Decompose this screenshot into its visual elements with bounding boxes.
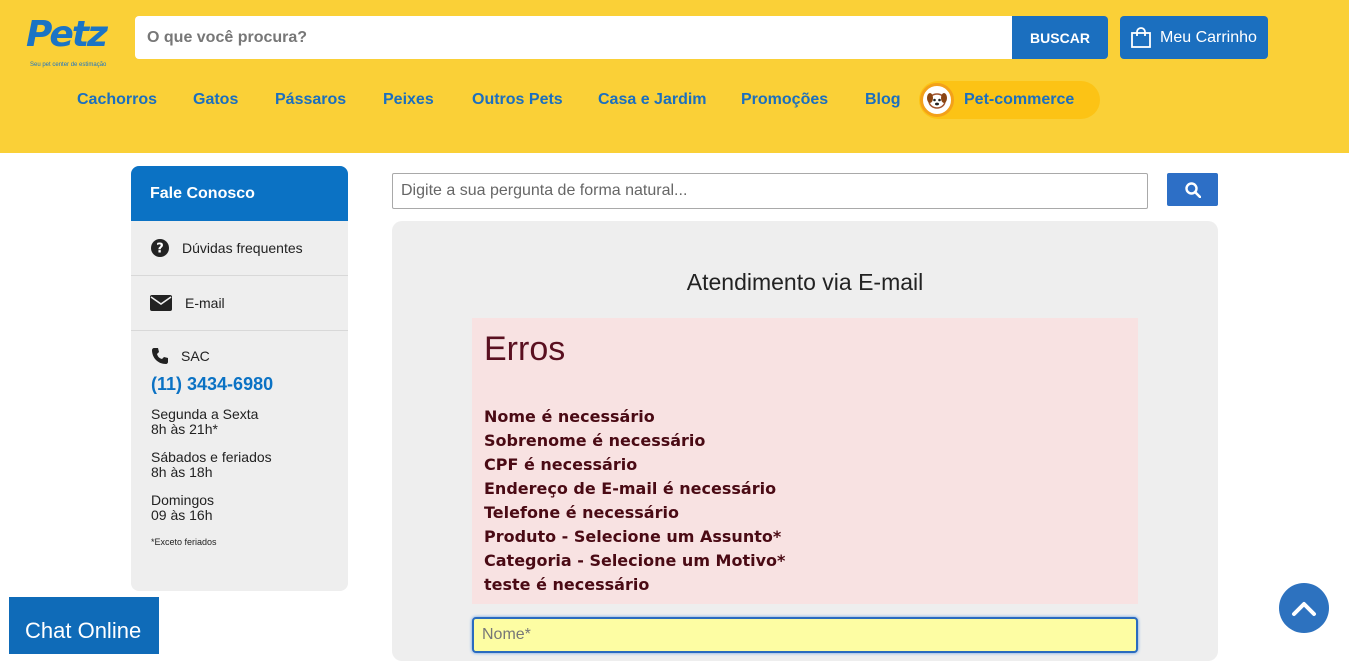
envelope-icon xyxy=(150,293,172,313)
shopping-bag-icon xyxy=(1131,26,1151,48)
hours-time: 09 às 16h xyxy=(151,507,213,523)
nav-item-passaros[interactable]: Pássaros xyxy=(275,91,346,109)
error-item: Telefone é necessário xyxy=(484,503,679,522)
error-item: Nome é necessário xyxy=(484,407,655,426)
dog-face-icon xyxy=(920,83,954,117)
error-summary-title: Erros xyxy=(484,330,566,368)
chat-online-button[interactable]: Chat Online xyxy=(9,597,159,654)
sac-info: SAC (11) 3434-6980 Segunda a Sexta 8h às… xyxy=(131,331,348,547)
sac-phone-number[interactable]: (11) 3434-6980 xyxy=(151,374,348,395)
hours-days: Segunda a Sexta xyxy=(151,406,259,422)
product-search-input[interactable] xyxy=(135,16,1012,59)
error-item: Produto - Selecione um Assunto* xyxy=(484,527,782,546)
phone-icon xyxy=(152,348,168,364)
question-circle-icon: ? xyxy=(150,238,170,258)
sidebar-item-label: E-mail xyxy=(185,295,225,311)
hours-days: Sábados e feriados xyxy=(151,449,272,465)
nav-item-peixes[interactable]: Peixes xyxy=(383,91,434,109)
hours-days: Domingos xyxy=(151,492,215,508)
error-item: Categoria - Selecione um Motivo* xyxy=(484,551,786,570)
error-item: Sobrenome é necessário xyxy=(484,431,706,450)
error-item: Endereço de E-mail é necessário xyxy=(484,479,777,498)
hours-weekdays: Segunda a Sexta 8h às 21h* xyxy=(151,407,348,437)
nav-item-casa-e-jardim[interactable]: Casa e Jardim xyxy=(598,91,707,109)
sac-heading: SAC xyxy=(151,347,348,365)
sidebar-item-email[interactable]: E-mail xyxy=(131,276,348,331)
search-button[interactable]: BUSCAR xyxy=(1012,16,1108,59)
sidebar-item-faq[interactable]: ? Dúvidas frequentes xyxy=(131,221,348,276)
contact-sidebar: Fale Conosco ? Dúvidas frequentes E-mail… xyxy=(131,166,348,591)
nav-item-gatos[interactable]: Gatos xyxy=(193,91,238,109)
svg-text:?: ? xyxy=(156,242,164,257)
error-item: teste é necessário xyxy=(484,575,650,594)
pet-commerce-label: Pet-commerce xyxy=(964,91,1075,108)
hours-sundays: Domingos 09 às 16h xyxy=(151,493,348,523)
first-name-field[interactable] xyxy=(472,617,1138,653)
holiday-note: *Exceto feriados xyxy=(151,537,217,547)
chevron-up-icon xyxy=(1292,602,1316,616)
error-list: Nome é necessário Sobrenome é necessário… xyxy=(484,405,1138,597)
hours-time: 8h às 21h* xyxy=(151,421,218,437)
nav-item-cachorros[interactable]: Cachorros xyxy=(77,91,157,109)
email-support-panel: Atendimento via E-mail Erros Nome é nece… xyxy=(392,221,1218,661)
nav-item-blog[interactable]: Blog xyxy=(865,91,901,109)
hours-saturdays: Sábados e feriados 8h às 18h xyxy=(151,450,348,480)
nav-item-promocoes[interactable]: Promoções xyxy=(741,91,828,109)
question-search-input[interactable] xyxy=(392,173,1148,209)
site-header: Petz Seu pet center de estimação BUSCAR … xyxy=(0,0,1349,153)
page-title: Atendimento via E-mail xyxy=(686,269,924,295)
back-to-top-button[interactable] xyxy=(1279,583,1329,633)
logo-wordmark: Petz xyxy=(26,14,108,55)
petz-logo[interactable]: Petz Seu pet center de estimação xyxy=(26,14,110,72)
error-item: CPF é necessário xyxy=(484,455,638,474)
category-nav: Cachorros Gatos Pássaros Peixes Outros P… xyxy=(0,82,1349,118)
pet-commerce-button[interactable]: Pet-commerce xyxy=(919,81,1100,119)
question-search-button[interactable] xyxy=(1167,173,1218,206)
error-summary: Erros Nome é necessário Sobrenome é nece… xyxy=(472,318,1138,604)
logo-tagline: Seu pet center de estimação xyxy=(30,62,107,68)
magnifier-icon xyxy=(1184,181,1201,198)
sac-label: SAC xyxy=(181,348,210,364)
hours-time: 8h às 18h xyxy=(151,464,213,480)
nav-item-outros-pets[interactable]: Outros Pets xyxy=(472,91,563,109)
cart-button[interactable]: Meu Carrinho xyxy=(1120,16,1268,59)
cart-label: Meu Carrinho xyxy=(1160,28,1257,46)
sidebar-item-label: Dúvidas frequentes xyxy=(182,240,303,256)
sidebar-title: Fale Conosco xyxy=(131,166,348,221)
